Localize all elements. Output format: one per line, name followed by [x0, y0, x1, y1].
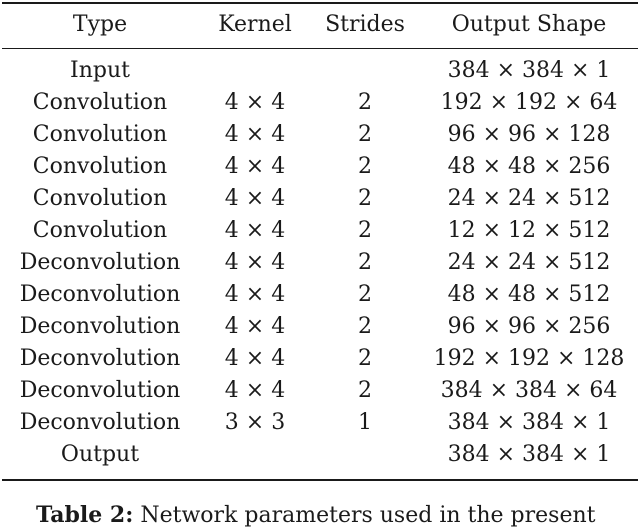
- caption-text: Network parameters used in the present: [140, 503, 596, 528]
- cell-output-shape: 48 × 48 × 256: [447, 154, 611, 179]
- table-caption: Table 2: Network parameters used in the …: [36, 499, 595, 532]
- cell-strides: 2: [358, 282, 372, 307]
- cell-strides: 2: [358, 122, 372, 147]
- cell-type: Convolution: [32, 218, 168, 243]
- cell-type: Input: [70, 58, 130, 83]
- table-row: Deconvolution 4 × 4 2 192 × 192 × 128: [0, 343, 640, 375]
- cell-kernel: 4 × 4: [224, 346, 286, 371]
- cell-strides: 2: [358, 250, 372, 275]
- cell-strides: 2: [358, 218, 372, 243]
- cell-kernel: 4 × 4: [224, 90, 286, 115]
- table-row: Convolution 4 × 4 2 12 × 12 × 512: [0, 215, 640, 247]
- cell-output-shape: 96 × 96 × 128: [447, 122, 611, 147]
- cell-type: Deconvolution: [19, 250, 181, 275]
- cell-strides: 1: [358, 410, 372, 435]
- header-strides: Strides: [325, 12, 405, 37]
- cell-kernel: 4 × 4: [224, 314, 286, 339]
- cell-type: Output: [60, 442, 140, 467]
- cell-output-shape: 384 × 384 × 1: [447, 410, 611, 435]
- cell-type: Deconvolution: [19, 346, 181, 371]
- header-kernel: Kernel: [218, 12, 292, 37]
- cell-kernel: 4 × 4: [224, 154, 286, 179]
- header-row: Type Kernel Strides Output Shape: [0, 9, 640, 41]
- table-row: Output 384 × 384 × 1: [0, 439, 640, 471]
- cell-output-shape: 384 × 384 × 1: [447, 442, 611, 467]
- cell-output-shape: 192 × 192 × 128: [433, 346, 625, 371]
- table-row: Deconvolution 4 × 4 2 24 × 24 × 512: [0, 247, 640, 279]
- cell-strides: 2: [358, 346, 372, 371]
- cell-output-shape: 24 × 24 × 512: [447, 186, 611, 211]
- cell-strides: 2: [358, 90, 372, 115]
- table-row: Deconvolution 4 × 4 2 96 × 96 × 256: [0, 311, 640, 343]
- table-row: Convolution 4 × 4 2 192 × 192 × 64: [0, 87, 640, 119]
- cell-output-shape: 192 × 192 × 64: [440, 90, 618, 115]
- table-row: Convolution 4 × 4 2 24 × 24 × 512: [0, 183, 640, 215]
- cell-output-shape: 384 × 384 × 1: [447, 58, 611, 83]
- cell-type: Convolution: [32, 122, 168, 147]
- header-rule: [2, 48, 638, 49]
- cell-kernel: 4 × 4: [224, 282, 286, 307]
- cell-type: Deconvolution: [19, 410, 181, 435]
- cell-type: Deconvolution: [19, 314, 181, 339]
- cell-type: Deconvolution: [19, 378, 181, 403]
- cell-strides: 2: [358, 314, 372, 339]
- table-row: Convolution 4 × 4 2 48 × 48 × 256: [0, 151, 640, 183]
- table-row: Input 384 × 384 × 1: [0, 55, 640, 87]
- cell-kernel: 4 × 4: [224, 218, 286, 243]
- cell-type: Convolution: [32, 90, 168, 115]
- cell-type: Convolution: [32, 154, 168, 179]
- cell-strides: 2: [358, 378, 372, 403]
- table-row: Deconvolution 3 × 3 1 384 × 384 × 1: [0, 407, 640, 439]
- cell-output-shape: 96 × 96 × 256: [447, 314, 611, 339]
- cell-kernel: 3 × 3: [224, 410, 286, 435]
- cell-output-shape: 48 × 48 × 512: [447, 282, 611, 307]
- cell-strides: 2: [358, 186, 372, 211]
- table-row: Deconvolution 4 × 4 2 384 × 384 × 64: [0, 375, 640, 407]
- header-output-shape: Output Shape: [451, 12, 607, 37]
- cell-type: Deconvolution: [19, 282, 181, 307]
- cell-output-shape: 384 × 384 × 64: [440, 378, 618, 403]
- cell-kernel: 4 × 4: [224, 122, 286, 147]
- cell-strides: 2: [358, 154, 372, 179]
- cell-kernel: 4 × 4: [224, 378, 286, 403]
- cell-output-shape: 12 × 12 × 512: [447, 218, 611, 243]
- header-type: Type: [72, 12, 128, 37]
- caption-label: Table 2:: [36, 502, 134, 528]
- cell-type: Convolution: [32, 186, 168, 211]
- cell-kernel: 4 × 4: [224, 186, 286, 211]
- table-row: Deconvolution 4 × 4 2 48 × 48 × 512: [0, 279, 640, 311]
- cell-kernel: 4 × 4: [224, 250, 286, 275]
- top-rule: [2, 2, 638, 4]
- table-row: Convolution 4 × 4 2 96 × 96 × 128: [0, 119, 640, 151]
- cell-output-shape: 24 × 24 × 512: [447, 250, 611, 275]
- bottom-rule: [2, 479, 638, 481]
